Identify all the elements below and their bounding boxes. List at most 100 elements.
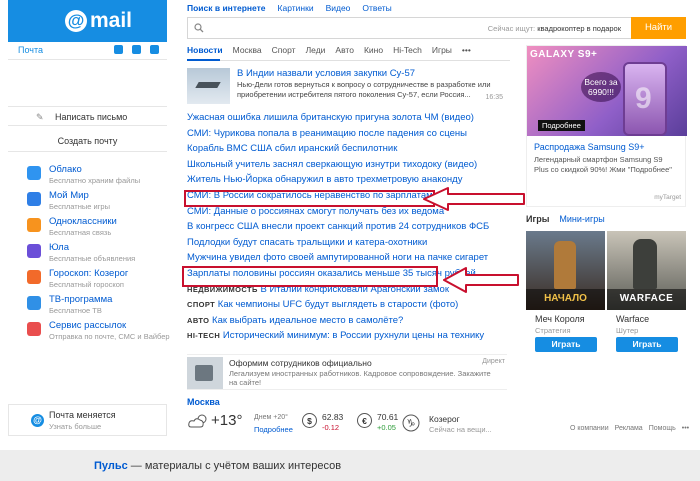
tabs-divider bbox=[187, 60, 510, 61]
news-item[interactable]: АВТО Как выбрать идеальное место в самол… bbox=[187, 315, 517, 331]
tab-games-main[interactable]: Игры bbox=[526, 214, 549, 224]
search-tab-answers[interactable]: Ответы bbox=[362, 3, 391, 13]
news-item[interactable]: Подлодки будут спасать тральщики и катер… bbox=[187, 237, 517, 253]
svg-text:♑: ♑ bbox=[407, 419, 416, 430]
news-rubric: HI-TECH bbox=[187, 331, 221, 341]
news-tabs: Новости Москва Спорт Леди Авто Кино Hi-T… bbox=[187, 45, 471, 55]
weather-more-link[interactable]: Подробнее bbox=[254, 425, 293, 434]
tab-lady[interactable]: Леди bbox=[306, 45, 326, 55]
at-icon: @ bbox=[65, 10, 87, 32]
news-item[interactable]: Ужасная ошибка лишила британскую пригуна… bbox=[187, 112, 517, 128]
news-rubric: СПОРТ bbox=[187, 300, 216, 310]
tab-moscow[interactable]: Москва bbox=[233, 45, 262, 55]
search-icon bbox=[194, 23, 204, 33]
odnoklassniki-icon bbox=[27, 218, 41, 232]
search-input[interactable]: Сейчас ищут: квадрокоптер в подарок bbox=[187, 17, 631, 39]
logo-panel: @ mail bbox=[8, 0, 167, 42]
tab-more[interactable]: ••• bbox=[462, 45, 471, 55]
service-item-my-world[interactable]: Мой Мир Бесплатные игры bbox=[27, 190, 177, 216]
news-item[interactable]: Школьный учитель заснял сверкающую изнут… bbox=[187, 159, 517, 175]
footer-link-about[interactable]: О компании bbox=[570, 425, 609, 432]
search-tab-images[interactable]: Картинки bbox=[278, 3, 314, 13]
temperature[interactable]: +13° bbox=[211, 412, 242, 429]
game-card-king-sword[interactable]: НАЧАЛО Меч Короля Стратегия Играть bbox=[526, 231, 605, 356]
service-item-tv[interactable]: ТВ-программа Бесплатное ТВ bbox=[27, 294, 177, 320]
day-temperature: Днем +20° bbox=[254, 414, 288, 421]
youla-icon bbox=[27, 244, 41, 258]
game-art[interactable]: НАЧАЛО bbox=[526, 231, 605, 310]
weather-city[interactable]: Москва bbox=[187, 397, 220, 407]
top-story-time: 16:35 bbox=[485, 94, 503, 101]
game-card-warface[interactable]: WARFACE Warface Шутер Играть bbox=[607, 231, 686, 356]
footer-link-ads[interactable]: Реклама bbox=[615, 425, 643, 432]
tab-sport[interactable]: Спорт bbox=[272, 45, 296, 55]
pen-icon: ✎ bbox=[36, 112, 44, 122]
news-list: Ужасная ошибка лишила британскую пригуна… bbox=[187, 112, 517, 346]
calendar-icon[interactable] bbox=[132, 45, 141, 54]
search-hint: Сейчас ищут: квадрокоптер в подарок bbox=[487, 24, 621, 33]
service-item-odnoklassniki[interactable]: Одноклассники Бесплатная связь bbox=[27, 216, 177, 242]
cloud-icon bbox=[27, 166, 41, 180]
my-world-icon bbox=[27, 192, 41, 206]
direct-ad[interactable]: Оформим сотрудников официально Легализуе… bbox=[187, 354, 507, 390]
tv-icon bbox=[27, 296, 41, 310]
folder-icon[interactable] bbox=[114, 45, 123, 54]
ad-image bbox=[187, 357, 223, 389]
news-item[interactable]: В конгресс США внесли проект санкций про… bbox=[187, 221, 517, 237]
mail-logo[interactable]: @ mail bbox=[65, 9, 132, 33]
arrow-icon bbox=[423, 187, 525, 211]
service-item-youla[interactable]: Юла Бесплатные объявления bbox=[27, 242, 177, 268]
service-item-horoscope[interactable]: Гороскоп: Козерог Бесплатный гороскоп bbox=[27, 268, 177, 294]
top-story-image[interactable] bbox=[187, 68, 230, 104]
highlight-box bbox=[182, 266, 438, 287]
top-story-text: Нью-Дели готов вернуться к вопросу о сот… bbox=[237, 80, 491, 99]
search-hint-query[interactable]: квадрокоптер в подарок bbox=[537, 24, 621, 33]
ad-marker: myTarget bbox=[654, 194, 681, 201]
samsung-ad[interactable]: GALAXY S9+ Всего за 6990!!! Подробнее Ра… bbox=[526, 45, 687, 207]
pulse-bar: Пульс — материалы с учётом ваших интерес… bbox=[0, 450, 700, 481]
euro-icon: € bbox=[357, 413, 372, 428]
ad-banner-image[interactable]: GALAXY S9+ Всего за 6990!!! Подробнее bbox=[527, 46, 687, 136]
contacts-icon[interactable] bbox=[150, 45, 159, 54]
news-item[interactable]: СПОРТ Как чемпионы UFC будут выглядеть в… bbox=[187, 299, 517, 315]
game-art[interactable]: WARFACE bbox=[607, 231, 686, 310]
footer-link-help[interactable]: Помощь bbox=[649, 425, 676, 432]
tab-news[interactable]: Новости bbox=[187, 45, 223, 55]
mail-row: Почта bbox=[8, 42, 167, 60]
mail-changes-banner[interactable]: @ Почта меняется Узнать больше bbox=[8, 404, 167, 436]
tab-auto[interactable]: Авто bbox=[335, 45, 354, 55]
footer-link-more[interactable]: ••• bbox=[682, 425, 689, 432]
search-tab-web[interactable]: Поиск в интернете bbox=[187, 3, 266, 13]
arrow-icon bbox=[443, 267, 519, 293]
news-item[interactable]: СМИ: Чурикова попала в реанимацию после … bbox=[187, 128, 517, 144]
footer-links: О компании Реклама Помощь ••• bbox=[570, 425, 689, 432]
search-button[interactable]: Найти bbox=[631, 17, 686, 39]
top-story[interactable]: В Индии назвали условия закупки Су-57 Нь… bbox=[187, 68, 507, 106]
games-tabs: Игры Мини-игры bbox=[526, 214, 605, 224]
service-item-cloud[interactable]: Облако Бесплатно храним файлы bbox=[27, 164, 177, 190]
ad-more-button[interactable]: Подробнее bbox=[538, 120, 585, 131]
tab-kino[interactable]: Кино bbox=[364, 45, 383, 55]
news-item[interactable]: HI-TECH Исторический минимум: в России р… bbox=[187, 330, 517, 346]
tab-games[interactable]: Игры bbox=[432, 45, 452, 55]
write-letter-button[interactable]: ✎ Написать письмо bbox=[8, 106, 167, 126]
ad-marker: Директ bbox=[482, 358, 505, 365]
create-mail-button[interactable]: Создать почту bbox=[8, 130, 167, 152]
mail-link[interactable]: Почта bbox=[18, 45, 43, 55]
pulse-title[interactable]: Пульс — материалы с учётом ваших интерес… bbox=[94, 460, 341, 472]
at-icon: @ bbox=[31, 414, 44, 427]
tab-hitech[interactable]: Hi-Tech bbox=[393, 45, 422, 55]
service-item-mailing[interactable]: Сервис рассылок Отправка по почте, СМС и… bbox=[27, 320, 177, 346]
play-button[interactable]: Играть bbox=[616, 337, 678, 352]
dollar-icon: $ bbox=[302, 413, 317, 428]
capricorn-icon: ♑ bbox=[402, 414, 420, 432]
play-button[interactable]: Играть bbox=[535, 337, 597, 352]
news-item[interactable]: Корабль ВМС США сбил иранский беспилотни… bbox=[187, 143, 517, 159]
top-story-headline[interactable]: В Индии назвали условия закупки Су-57 bbox=[237, 68, 415, 79]
cloud-sun-icon bbox=[188, 414, 207, 428]
phone-image bbox=[623, 62, 667, 136]
mailing-icon bbox=[27, 322, 41, 336]
tab-mini-games[interactable]: Мини-игры bbox=[559, 214, 604, 224]
active-tab-underline bbox=[187, 59, 220, 61]
search-tab-video[interactable]: Видео bbox=[326, 3, 351, 13]
